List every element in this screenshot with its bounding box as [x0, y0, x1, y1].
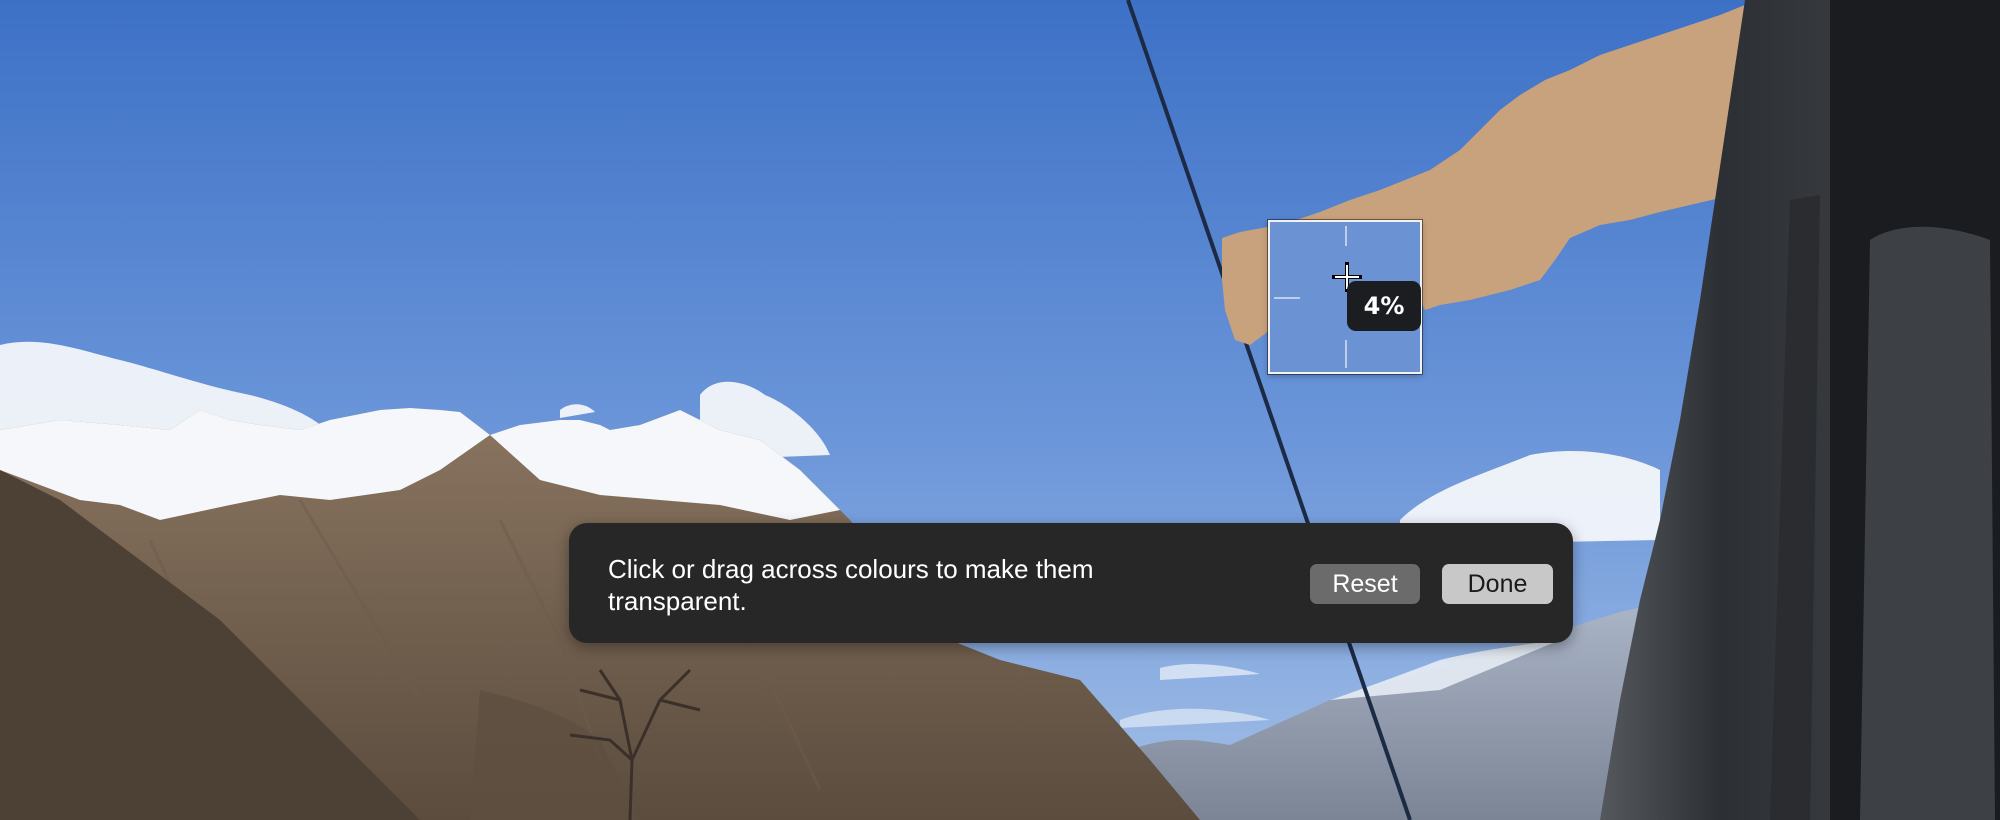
reset-button[interactable]: Reset [1310, 564, 1420, 604]
tolerance-badge: 4% [1347, 281, 1421, 331]
loupe-crosshair-left [1274, 297, 1300, 299]
background-photo[interactable] [0, 0, 2000, 820]
instruction-text: Click or drag across colours to make the… [608, 554, 1094, 616]
done-button[interactable]: Done [1442, 564, 1553, 604]
photo-canvas[interactable]: 4% Click or drag across colours to make … [0, 0, 2000, 820]
loupe-crosshair-top [1345, 226, 1347, 246]
loupe-crosshair-bottom [1345, 340, 1347, 368]
instant-alpha-bar: Click or drag across colours to make the… [569, 523, 1573, 643]
